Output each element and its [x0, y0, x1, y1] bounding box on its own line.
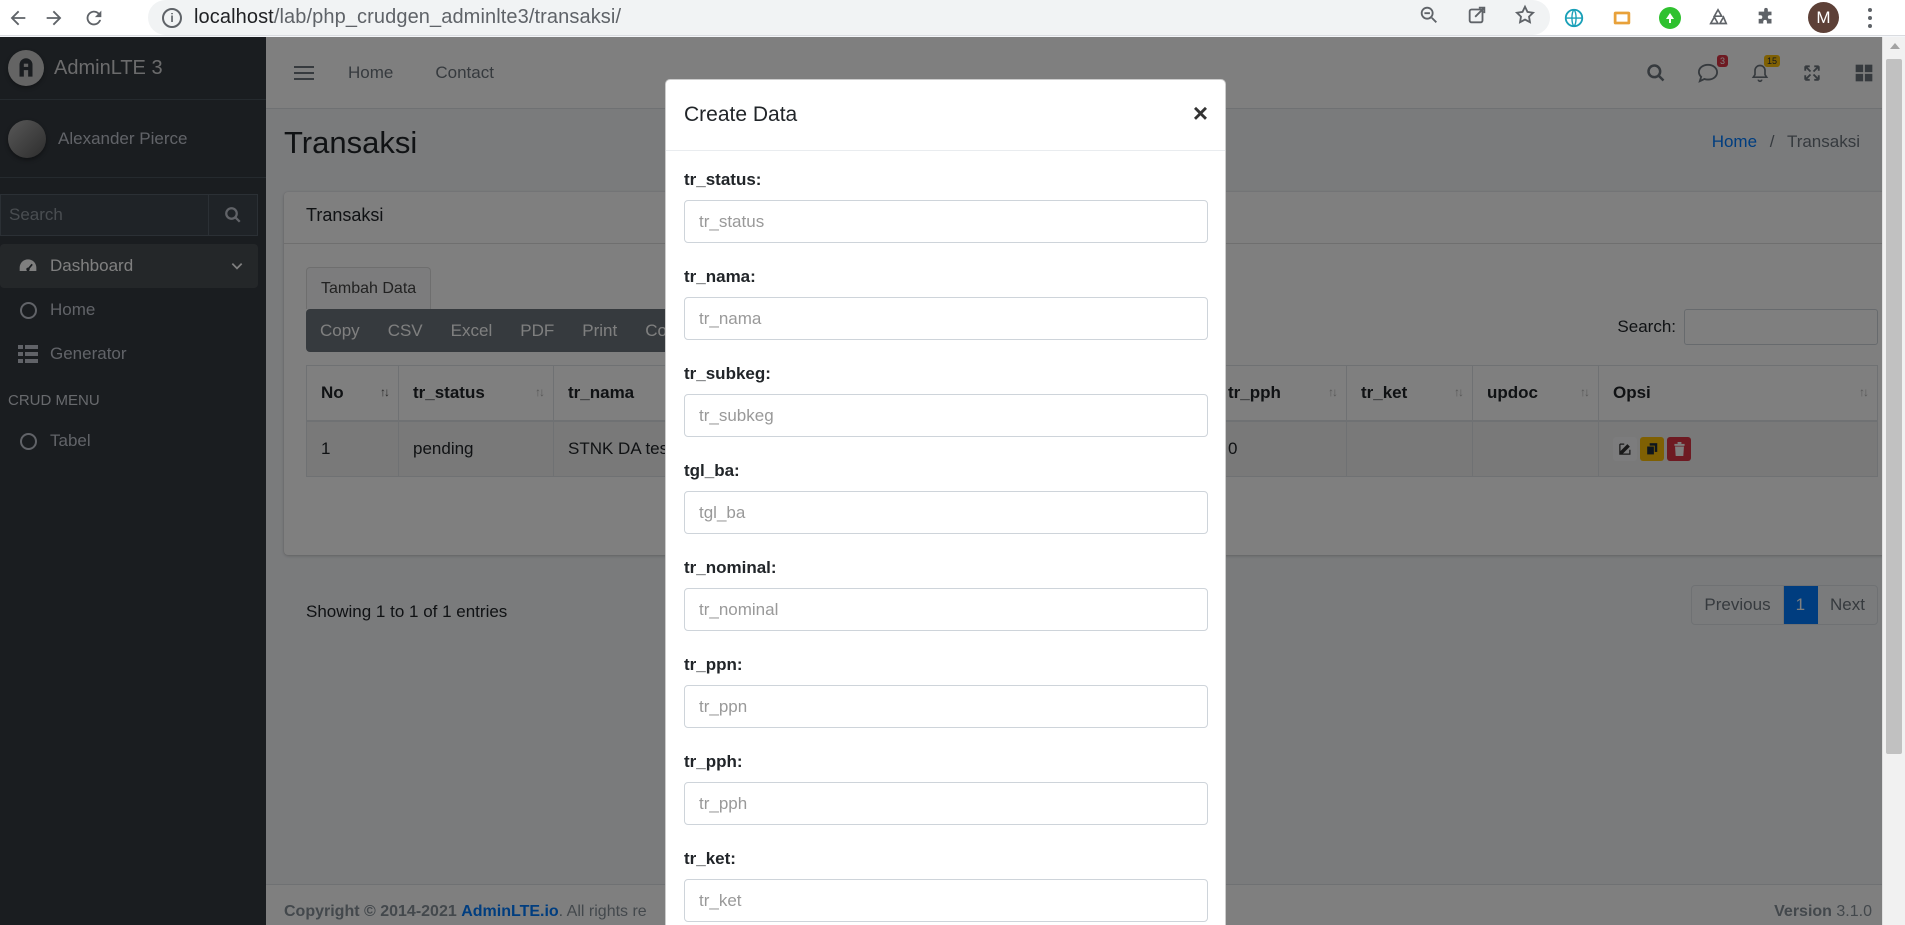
tr-ket-input[interactable]: tr_ket: [684, 879, 1208, 922]
create-data-modal: Create Data × tr_status: tr_status tr_na…: [665, 79, 1226, 925]
tr-subkeg-input[interactable]: tr_subkeg: [684, 394, 1208, 437]
url-text: localhost/lab/php_crudgen_adminlte3/tran…: [194, 6, 622, 28]
web-page: AdminLTE 3 Alexander Pierce Search Dashb…: [0, 37, 1882, 925]
page-scrollbar[interactable]: [1882, 37, 1905, 925]
modal-body: tr_status: tr_status tr_nama: tr_nama tr…: [666, 151, 1225, 925]
field-label: tr_pph:: [684, 752, 743, 771]
extension-web-icon[interactable]: [1562, 6, 1586, 30]
modal-title: Create Data: [684, 103, 798, 126]
share-icon[interactable]: [1466, 4, 1488, 31]
extension-green-icon[interactable]: [1658, 6, 1682, 30]
tgl-ba-input[interactable]: tgl_ba: [684, 491, 1208, 534]
extension-recycle-icon[interactable]: [1706, 6, 1730, 30]
forward-icon[interactable]: [36, 0, 72, 36]
field-label: tr_ppn:: [684, 655, 743, 674]
field-label: tr_ket:: [684, 849, 736, 868]
field-label: tr_status:: [684, 170, 762, 189]
extension-cast-icon[interactable]: [1610, 6, 1634, 30]
field-label: tr_subkeg:: [684, 364, 771, 383]
back-icon[interactable]: [0, 0, 36, 36]
tr-nominal-input[interactable]: tr_nominal: [684, 588, 1208, 631]
field-label: tgl_ba:: [684, 461, 740, 480]
field-label: tr_nama:: [684, 267, 756, 286]
form-group-tr-nominal: tr_nominal: tr_nominal: [684, 558, 1208, 655]
zoom-icon[interactable]: [1418, 4, 1440, 31]
tr-status-input[interactable]: tr_status: [684, 200, 1208, 243]
form-group-tr-ket: tr_ket: tr_ket: [684, 849, 1208, 925]
form-group-tr-ppn: tr_ppn: tr_ppn: [684, 655, 1208, 752]
extensions-puzzle-icon[interactable]: [1754, 6, 1778, 30]
form-group-tr-subkeg: tr_subkeg: tr_subkeg: [684, 364, 1208, 461]
site-info-icon[interactable]: i: [162, 7, 182, 28]
scroll-up-arrow-icon[interactable]: [1890, 43, 1900, 49]
browser-menu-icon[interactable]: [1862, 5, 1878, 31]
scrollbar-thumb[interactable]: [1886, 59, 1902, 754]
browser-toolbar: i localhost/lab/php_crudgen_adminlte3/tr…: [0, 0, 1905, 36]
tr-ppn-input[interactable]: tr_ppn: [684, 685, 1208, 728]
tr-nama-input[interactable]: tr_nama: [684, 297, 1208, 340]
close-icon[interactable]: ×: [1193, 100, 1208, 126]
form-group-tr-pph: tr_pph: tr_pph: [684, 752, 1208, 849]
form-group-tgl-ba: tgl_ba: tgl_ba: [684, 461, 1208, 558]
field-label: tr_nominal:: [684, 558, 777, 577]
form-group-tr-status: tr_status: tr_status: [684, 170, 1208, 267]
address-bar[interactable]: i localhost/lab/php_crudgen_adminlte3/tr…: [148, 0, 1550, 35]
reload-icon[interactable]: [76, 0, 112, 36]
tr-pph-input[interactable]: tr_pph: [684, 782, 1208, 825]
profile-avatar[interactable]: M: [1808, 2, 1839, 33]
form-group-tr-nama: tr_nama: tr_nama: [684, 267, 1208, 364]
bookmark-star-icon[interactable]: [1514, 4, 1536, 31]
modal-header: Create Data ×: [666, 80, 1225, 151]
